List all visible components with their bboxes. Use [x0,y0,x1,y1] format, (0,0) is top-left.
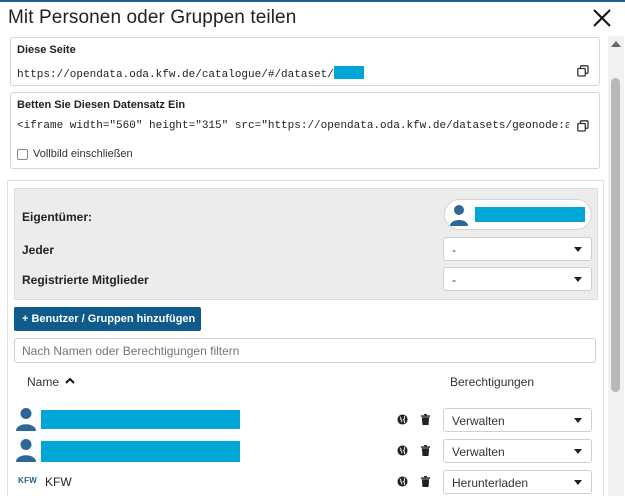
registered-permission-value: - [452,273,456,287]
chevron-down-icon [574,480,582,485]
fullscreen-label: Vollbild einschließen [33,148,133,160]
close-icon[interactable] [590,6,614,30]
dialog-header: Mit Personen oder Gruppen teilen [0,2,625,35]
scrollbar-thumb[interactable] [611,78,620,392]
this-page-card: Diese Seite https://opendata.oda.kfw.de/… [10,37,600,86]
row-permission-value: Herunterladen [452,476,529,490]
globe-icon[interactable] [397,445,408,456]
globe-icon[interactable] [397,476,408,487]
everyone-label: Jeder [22,243,55,257]
redacted-dataset-id [333,66,364,79]
owner-label: Eigentümer: [22,210,93,224]
add-users-groups-button[interactable]: + Benutzer / Gruppen hinzufügen [14,307,201,331]
trash-icon[interactable] [420,414,431,425]
chevron-down-icon [574,449,582,454]
this-page-url: https://opendata.oda.kfw.de/catalogue/#/… [17,69,334,81]
row-permission-select[interactable]: Herunterladen [443,470,592,494]
sort-ascending-icon[interactable] [65,376,75,386]
scroll-up-arrow-icon[interactable] [611,41,621,47]
everyone-permission-value: - [452,243,456,257]
chevron-down-icon [574,277,582,282]
owner-chip [444,199,592,230]
this-page-url-line: https://opendata.oda.kfw.de/catalogue/#/… [17,64,364,82]
embed-title: Betten Sie Diesen Datensatz Ein [17,99,186,111]
registered-permission-select[interactable]: - [443,267,592,291]
redacted-user-name [41,441,240,462]
globe-icon[interactable] [397,414,408,425]
embed-card: Betten Sie Diesen Datensatz Ein <iframe … [10,92,600,169]
row-name: KFW [45,475,72,489]
redacted-owner-name [475,207,585,222]
registered-label: Registrierte Mitglieder [22,273,149,287]
copy-icon[interactable] [577,120,589,132]
row-permission-select[interactable]: Verwalten [443,408,592,432]
trash-icon[interactable] [420,476,431,487]
user-avatar-icon [16,439,36,462]
row-permission-value: Verwalten [452,445,505,459]
everyone-permission-select[interactable]: - [443,237,592,261]
trash-icon[interactable] [420,445,431,456]
redacted-user-name [41,410,240,429]
add-users-groups-label: Benutzer / Gruppen hinzufügen [31,313,196,325]
name-column-header[interactable]: Name [27,375,59,389]
permissions-column-header: Berechtigungen [450,375,535,389]
fullscreen-checkbox[interactable] [17,149,28,160]
chevron-down-icon [574,418,582,423]
row-permission-select[interactable]: Verwalten [443,439,592,463]
user-avatar-icon [450,205,468,226]
row-permission-value: Verwalten [452,414,505,428]
embed-code: <iframe width="560" height="315" src="ht… [17,120,569,132]
dialog-title: Mit Personen oder Gruppen teilen [8,7,297,28]
this-page-title: Diese Seite [17,44,76,56]
copy-icon[interactable] [577,65,589,77]
filter-input[interactable] [14,338,596,363]
user-avatar-icon [16,408,36,431]
kfw-logo-icon: KFW [18,476,38,485]
chevron-down-icon [574,247,582,252]
